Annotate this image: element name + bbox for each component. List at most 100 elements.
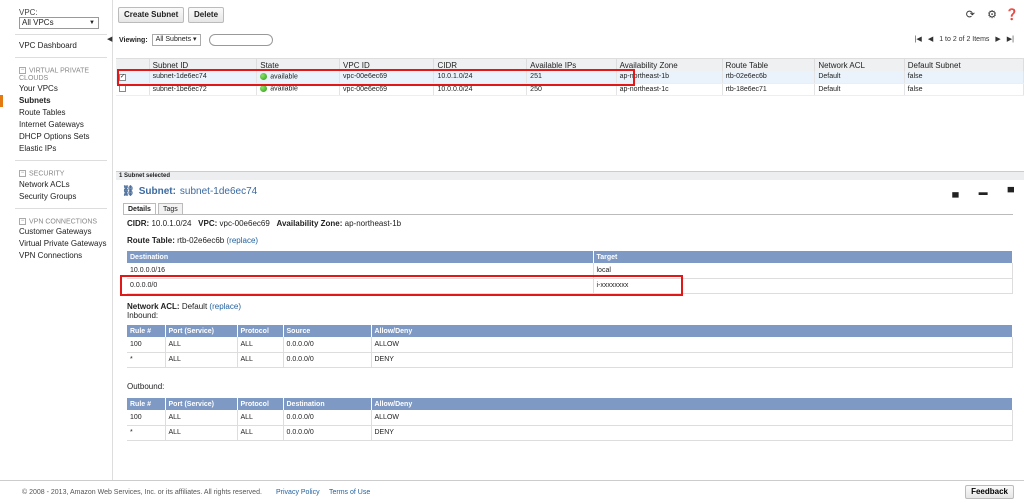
sidebar-item-your-vpcs[interactable]: Your VPCs [0,83,112,95]
viewing-select[interactable]: All Subnets ▾ [151,34,201,46]
cell-cidr: 10.0.1.0/24 [433,71,528,84]
column-header[interactable]: Network ACL [814,59,905,71]
subnet-icon: ⛓ [122,186,135,197]
detail-title: ⛓ Subnet: subnet-1de6ec74 [122,186,258,197]
cell-acl: Default [814,71,905,84]
acl-port: ALL [165,425,238,441]
last-page-icon[interactable]: ▶| [1007,35,1014,43]
acl-port: ALL [165,352,238,368]
layout-split-icon[interactable]: ▬ [979,187,988,197]
divider [15,160,107,162]
cell-cidr: 10.0.0.0/24 [433,83,528,96]
column-header[interactable]: CIDR [433,59,528,71]
row-checkbox[interactable] [119,84,126,92]
sidebar-item-route-tables[interactable]: Route Tables [0,107,112,119]
table-row[interactable]: ✓ subnet-1de6ec74 available vpc-00e6ec69 10.… [116,71,1024,84]
sidebar-item-dhcp-options-sets[interactable]: DHCP Options Sets [0,131,112,143]
acl-rule-row: 100 ALL ALL 0.0.0.0/0 ALLOW [127,337,1013,353]
column-header[interactable]: Subnet ID [149,59,258,71]
table-row[interactable]: subnet-1be6ec72 available vpc-00e6ec69 10.0… [116,83,1024,96]
column-header[interactable]: Available IPs [526,59,617,71]
chevron-down-icon: ▼ [89,20,95,26]
acl-rule: 100 [127,410,166,426]
replace-route-table-link[interactable]: (replace) [226,236,258,245]
column-header[interactable]: Default Subnet [904,59,1024,71]
help-icon[interactable]: ❓ [1005,8,1019,21]
column-header: Rule # [127,398,166,410]
route-row: 10.0.0.0/16 local [127,263,1013,279]
column-header[interactable]: VPC ID [339,59,435,71]
collapse-icon: − [19,67,26,74]
section-header-security[interactable]: − SECURITY [0,170,112,178]
collapse-icon: − [19,170,26,178]
route-destination: 10.0.0.0/16 [127,263,594,279]
column-header: Source [283,325,372,337]
column-header[interactable] [116,59,150,71]
subnet-summary: CIDR: 10.0.1.0/24 VPC: vpc-00e6ec69 Avai… [127,219,402,228]
column-header[interactable]: State [256,59,341,71]
first-page-icon[interactable]: |◀ [915,35,922,43]
sidebar-item-virtual-private-gateways[interactable]: Virtual Private Gateways [0,238,112,250]
replace-acl-link[interactable]: (replace) [209,302,241,311]
row-checkbox[interactable]: ✓ [119,73,126,81]
panel-layout-icons: ▄ ▬ ▀ [952,187,1014,197]
column-header: Destination [283,398,372,410]
acl-action: DENY [371,425,1013,441]
vpc-filter: VPC: All VPCs ▼ [0,0,112,29]
collapse-sidebar-icon[interactable]: ◀ [107,35,112,43]
column-header: Target [593,251,1013,263]
column-header: Rule # [127,325,166,337]
acl-rule-row: * ALL ALL 0.0.0.0/0 DENY [127,352,1013,368]
viewing-filter: Viewing: All Subnets ▾ [119,34,273,46]
column-header[interactable]: Availability Zone [616,59,723,71]
column-header[interactable]: Route Table [722,59,816,71]
prev-page-icon[interactable]: ◀ [928,35,933,43]
section-header-vpc[interactable]: − VIRTUAL PRIVATE CLOUDS [0,67,112,83]
sidebar-item-internet-gateways[interactable]: Internet Gateways [0,119,112,131]
acl-action: ALLOW [371,410,1013,426]
cell-state: available [256,71,341,84]
divider [15,207,107,209]
column-header: Allow/Deny [371,398,1013,410]
cell-ips: 251 [526,71,617,84]
sidebar-item-customer-gateways[interactable]: Customer Gateways [0,226,112,238]
refresh-icon[interactable]: ⟳ [966,8,975,21]
create-subnet-button[interactable]: Create Subnet [118,7,185,23]
acl-proto: ALL [237,352,284,368]
footer: © 2008 - 2013, Amazon Web Services, Inc.… [0,480,1024,503]
next-page-icon[interactable]: ▶ [995,35,1000,43]
row-checkbox-cell: ✓ [116,71,150,84]
feedback-button[interactable]: Feedback [965,485,1014,499]
cell-subnet-id: subnet-1be6ec72 [149,83,258,96]
column-header: Port (Service) [165,325,238,337]
terms-of-use-link[interactable]: Terms of Use [329,489,370,496]
acl-addr: 0.0.0.0/0 [283,337,372,353]
inbound-rules-table: Rule # Port (Service) Protocol Source Allow/… [127,325,1013,368]
privacy-policy-link[interactable]: Privacy Policy [276,489,320,496]
outbound-label: Outbound: [127,382,165,391]
cell-subnet-id: subnet-1de6ec74 [149,71,258,84]
vpc-select[interactable]: All VPCs ▼ [19,17,99,29]
status-available-icon [260,85,268,93]
acl-addr: 0.0.0.0/0 [283,410,372,426]
cell-az: ap-northeast-1c [616,83,723,96]
section-header-vpn[interactable]: − VPN CONNECTIONS [0,217,112,226]
viewing-label: Viewing: [119,36,148,44]
sidebar-item-vpn-connections[interactable]: VPN Connections [0,250,112,262]
route-table: Destination Target 10.0.0.0/16 local 0.0.0… [127,251,1013,294]
selection-count: 1 Subnet selected [116,171,1024,180]
sidebar-item-network-acls[interactable]: Network ACLs [0,179,112,191]
sidebar-item-subnets[interactable]: Subnets [0,95,112,108]
subnet-table: Subnet ID State VPC ID CIDR Available IPs Ava… [116,58,1024,96]
search-input[interactable] [208,34,273,46]
acl-rule: * [127,352,166,368]
column-header: Allow/Deny [371,325,1013,337]
sidebar-item-elastic-ips[interactable]: Elastic IPs [0,143,112,155]
section-vpc-items: Your VPCs Subnets Route Tables Internet Gat… [0,83,112,155]
gear-icon[interactable]: ⚙ [987,8,997,21]
sidebar-item-vpc-dashboard[interactable]: VPC Dashboard [0,40,112,52]
layout-top-icon[interactable]: ▀ [1008,187,1014,197]
sidebar-item-security-groups[interactable]: Security Groups [0,191,112,203]
layout-bottom-icon[interactable]: ▄ [952,187,958,197]
delete-button[interactable]: Delete [188,7,225,23]
